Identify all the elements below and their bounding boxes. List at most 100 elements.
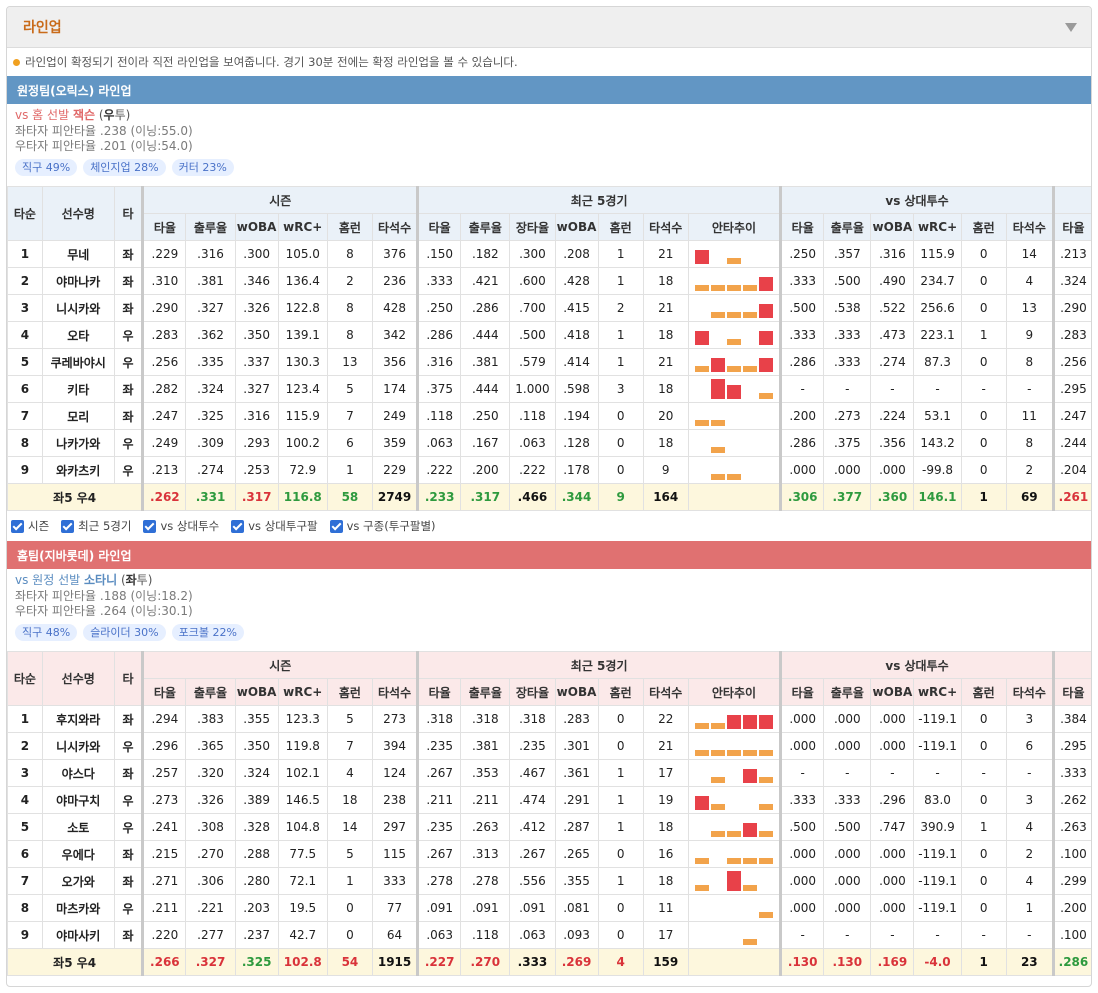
col-recent-3[interactable]: wOBA — [554, 678, 599, 706]
col-recent-2[interactable]: 장타율 — [509, 678, 556, 706]
trend-bar — [726, 830, 741, 837]
col-season-4[interactable]: 홈런 — [326, 213, 373, 241]
col-extra-avg[interactable]: 타율 — [1051, 213, 1091, 241]
player-name[interactable]: 니시카와 — [41, 732, 115, 760]
col-recent-0[interactable]: 타율 — [416, 213, 462, 241]
recent-stat: .286 — [416, 321, 462, 349]
col-vs-0[interactable]: 타율 — [779, 213, 825, 241]
col-recent-2[interactable]: 장타율 — [509, 213, 556, 241]
col-extra-avg[interactable]: 타율 — [1051, 678, 1091, 706]
recent-stat: .318 — [416, 705, 462, 733]
recent-stat: 0 — [597, 402, 644, 430]
vs-pitcher-stat: .000 — [779, 732, 825, 760]
col-recent-1[interactable]: 출루율 — [460, 678, 511, 706]
col-season-2[interactable]: wOBA — [234, 678, 279, 706]
col-vs-1[interactable]: 출루율 — [823, 678, 872, 706]
player-name[interactable]: 우에다 — [41, 840, 115, 868]
season-stat: .327 — [185, 294, 236, 322]
col-vs-4[interactable]: 홈런 — [960, 678, 1007, 706]
col-recent-0[interactable]: 타율 — [416, 678, 462, 706]
collapse-triangle-icon[interactable] — [1065, 22, 1077, 32]
player-name[interactable]: 야마나카 — [41, 267, 115, 295]
trend-bar — [710, 419, 725, 426]
player-name[interactable]: 모리 — [41, 402, 115, 430]
player-name[interactable]: 야마사키 — [41, 921, 115, 949]
col-season-3[interactable]: wRC+ — [277, 213, 328, 241]
group-extra — [1051, 651, 1091, 679]
trend-bar — [710, 803, 725, 810]
player-name[interactable]: 마츠카와 — [41, 894, 115, 922]
vs-pitcher-stat: .000 — [870, 732, 915, 760]
col-season-5[interactable]: 타석수 — [371, 678, 419, 706]
col-season-1[interactable]: 출루율 — [185, 213, 236, 241]
season-stat: 102.1 — [277, 759, 328, 787]
player-name[interactable]: 와카츠키 — [41, 456, 115, 484]
col-recent-5[interactable]: 타석수 — [642, 213, 689, 241]
player-name[interactable]: 야스다 — [41, 759, 115, 787]
player-name[interactable]: 키타 — [41, 375, 115, 403]
col-recent-6[interactable]: 안타추이 — [687, 213, 782, 241]
col-season-5[interactable]: 타석수 — [371, 213, 419, 241]
season-stat: 115 — [371, 840, 419, 868]
player-name[interactable]: 니시카와 — [41, 294, 115, 322]
column-toggle[interactable]: vs 구종(투구팔별) — [329, 518, 436, 534]
col-recent-6[interactable]: 안타추이 — [687, 678, 782, 706]
col-vs-3[interactable]: wRC+ — [913, 678, 962, 706]
vs-pitcher-stat: .500 — [823, 813, 872, 841]
player-name[interactable]: 소토 — [41, 813, 115, 841]
col-vs-2[interactable]: wOBA — [870, 213, 915, 241]
vs-pitcher-stat: 0 — [960, 267, 1007, 295]
col-recent-4[interactable]: 홈런 — [597, 213, 644, 241]
checked-checkbox-icon[interactable] — [11, 519, 24, 533]
column-toggle[interactable]: 최근 5경기 — [61, 518, 131, 534]
col-season-4[interactable]: 홈런 — [326, 678, 373, 706]
col-season-0[interactable]: 타율 — [141, 213, 187, 241]
checked-checkbox-icon[interactable] — [61, 519, 75, 533]
col-vs-2[interactable]: wOBA — [870, 678, 915, 706]
vs-pitcher-stat: .296 — [870, 786, 915, 814]
vs-pitcher-stat: 14 — [1005, 240, 1054, 268]
column-toggle[interactable]: vs 상대투구팔 — [231, 518, 318, 534]
recent-stat: .598 — [554, 375, 599, 403]
col-recent-4[interactable]: 홈런 — [597, 678, 644, 706]
col-season-2[interactable]: wOBA — [234, 213, 279, 241]
column-toggle[interactable]: 시즌 — [11, 518, 49, 534]
season-stat: 14 — [326, 813, 373, 841]
recent-stat: 18 — [642, 813, 689, 841]
player-name[interactable]: 야마구치 — [41, 786, 115, 814]
pitcher-name[interactable]: 소타니 — [84, 573, 117, 587]
player-name[interactable]: 오가와 — [41, 867, 115, 895]
lineup-panel: 라인업 라인업이 확정되기 전이라 직전 라인업을 보여줍니다. 경기 30분 … — [6, 6, 1092, 987]
col-vs-5[interactable]: 타석수 — [1005, 678, 1054, 706]
col-season-1[interactable]: 출루율 — [185, 678, 236, 706]
season-stat: .350 — [234, 732, 279, 760]
vs-pitcher-stat: 0 — [960, 294, 1007, 322]
col-vs-0[interactable]: 타율 — [779, 678, 825, 706]
player-name[interactable]: 후지와라 — [41, 705, 115, 733]
pitcher-name[interactable]: 잭슨 — [73, 108, 95, 122]
recent-stat: .265 — [554, 840, 599, 868]
column-toggle[interactable]: vs 상대투수 — [143, 518, 219, 534]
col-season-0[interactable]: 타율 — [141, 678, 187, 706]
checked-checkbox-icon[interactable] — [329, 519, 343, 533]
panel-header[interactable]: 라인업 — [7, 7, 1091, 48]
col-vs-5[interactable]: 타석수 — [1005, 213, 1054, 241]
col-vs-3[interactable]: wRC+ — [913, 213, 962, 241]
hit-trend-sparkline — [687, 894, 782, 922]
player-name[interactable]: 나카가와 — [41, 429, 115, 457]
col-season-3[interactable]: wRC+ — [277, 678, 328, 706]
recent-stat: .267 — [416, 840, 462, 868]
recent-stat: 21 — [642, 732, 689, 760]
player-name[interactable]: 무네 — [41, 240, 115, 268]
col-recent-1[interactable]: 출루율 — [460, 213, 511, 241]
extra-avg: .244 — [1051, 429, 1091, 457]
col-recent-3[interactable]: wOBA — [554, 213, 599, 241]
checked-checkbox-icon[interactable] — [143, 519, 157, 533]
season-stat: 139.1 — [277, 321, 328, 349]
checked-checkbox-icon[interactable] — [231, 519, 245, 533]
col-recent-5[interactable]: 타석수 — [642, 678, 689, 706]
player-name[interactable]: 쿠레바야시 — [41, 348, 115, 376]
col-vs-1[interactable]: 출루율 — [823, 213, 872, 241]
player-name[interactable]: 오타 — [41, 321, 115, 349]
col-vs-4[interactable]: 홈런 — [960, 213, 1007, 241]
